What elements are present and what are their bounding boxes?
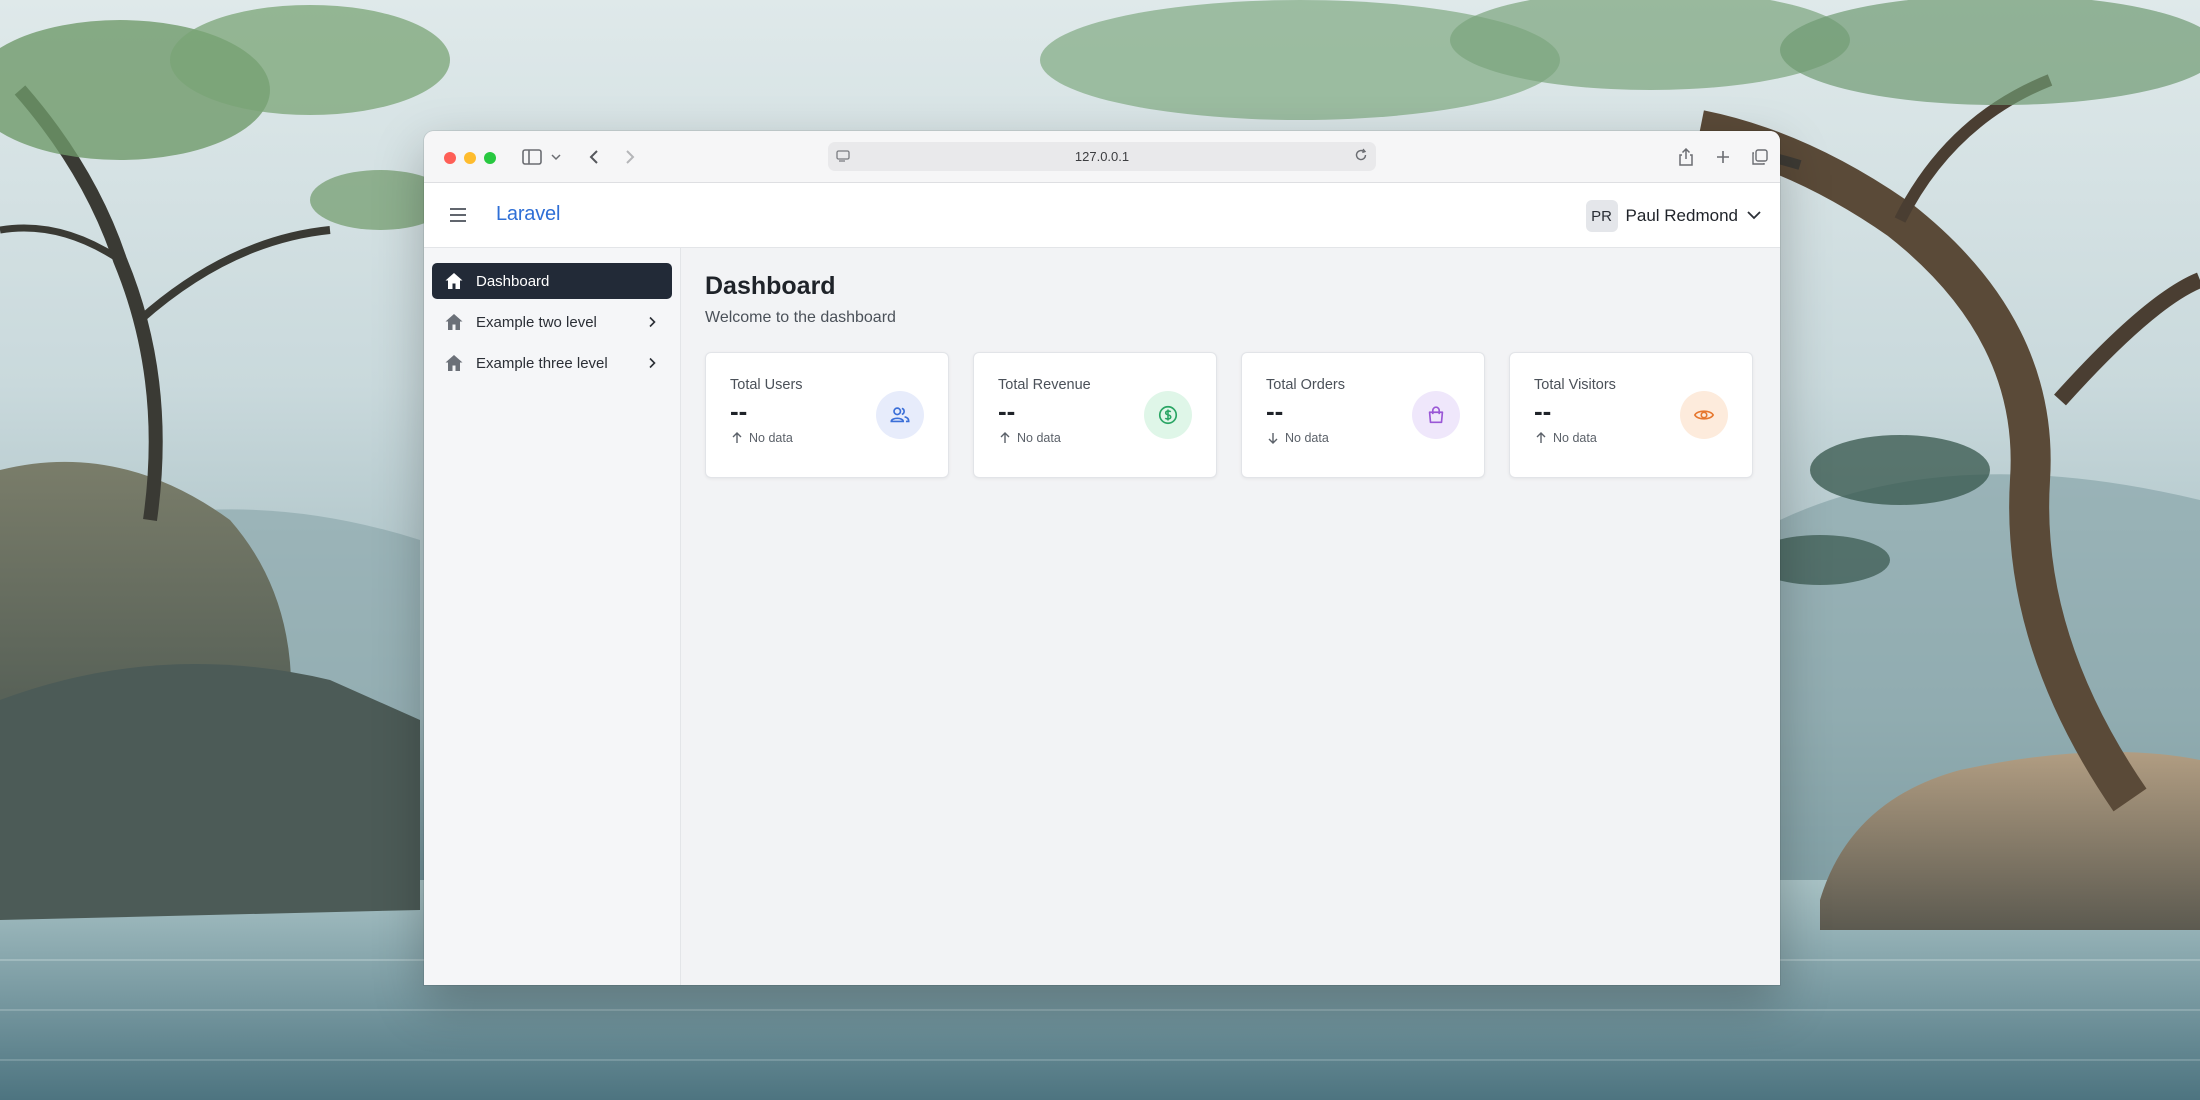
back-icon[interactable]: [582, 145, 606, 169]
forward-icon[interactable]: [618, 145, 642, 169]
arrow-up-icon: [730, 431, 744, 445]
chevron-right-icon: [646, 357, 658, 369]
menu-icon[interactable]: [448, 205, 468, 225]
sidebar: Dashboard Example two level Example thre…: [424, 248, 681, 985]
page-subtitle: Welcome to the dashboard: [705, 309, 1756, 327]
window-controls: [444, 152, 496, 164]
sidebar-toggle-icon[interactable]: [520, 145, 544, 169]
home-icon: [444, 312, 464, 332]
reload-icon[interactable]: [1354, 148, 1368, 165]
tab-overview-icon[interactable]: [1748, 145, 1772, 169]
user-menu[interactable]: PR Paul Redmond: [1586, 199, 1762, 233]
sidebar-item-label: Example three level: [476, 355, 608, 372]
stat-card-total-revenue: Total Revenue -- No data: [973, 352, 1217, 478]
sidebar-item-example-two-level[interactable]: Example two level: [432, 304, 672, 340]
address-bar[interactable]: 127.0.0.1: [828, 142, 1376, 171]
browser-toolbar: 127.0.0.1: [424, 131, 1780, 183]
arrow-down-icon: [1266, 431, 1280, 445]
arrow-up-icon: [998, 431, 1012, 445]
stat-trend-text: No data: [1017, 431, 1061, 445]
shopping-bag-icon: [1412, 391, 1460, 439]
page-title: Dashboard: [705, 272, 1756, 301]
arrow-up-icon: [1534, 431, 1548, 445]
home-icon: [444, 271, 464, 291]
dollar-icon: [1144, 391, 1192, 439]
stat-trend-text: No data: [1553, 431, 1597, 445]
app-header: Laravel PR Paul Redmond: [424, 183, 1780, 248]
chevron-down-icon[interactable]: [544, 145, 568, 169]
minimize-window-button[interactable]: [464, 152, 476, 164]
eye-icon: [1680, 391, 1728, 439]
avatar: PR: [1586, 200, 1618, 232]
brand-logo[interactable]: Laravel: [496, 203, 560, 226]
stat-trend-text: No data: [1285, 431, 1329, 445]
home-icon: [444, 353, 464, 373]
chevron-right-icon: [646, 316, 658, 328]
close-window-button[interactable]: [444, 152, 456, 164]
stats-cards: Total Users -- No data Total Revenue --: [705, 352, 1756, 478]
new-tab-icon[interactable]: [1711, 145, 1735, 169]
users-icon: [876, 391, 924, 439]
browser-window: 127.0.0.1 Laravel PR Paul Redmond: [424, 131, 1780, 985]
main-content: Dashboard Welcome to the dashboard Total…: [681, 248, 1780, 985]
sidebar-item-label: Example two level: [476, 314, 597, 331]
stat-trend-text: No data: [749, 431, 793, 445]
sidebar-item-dashboard[interactable]: Dashboard: [432, 263, 672, 299]
sidebar-item-label: Dashboard: [476, 273, 549, 290]
share-icon[interactable]: [1674, 145, 1698, 169]
site-settings-icon[interactable]: [836, 149, 850, 166]
chevron-down-icon: [1746, 207, 1762, 225]
stat-card-total-visitors: Total Visitors -- No data: [1509, 352, 1753, 478]
stat-card-total-users: Total Users -- No data: [705, 352, 949, 478]
sidebar-item-example-three-level[interactable]: Example three level: [432, 345, 672, 381]
stat-card-total-orders: Total Orders -- No data: [1241, 352, 1485, 478]
user-name: Paul Redmond: [1626, 206, 1738, 226]
maximize-window-button[interactable]: [484, 152, 496, 164]
url-text[interactable]: 127.0.0.1: [1075, 149, 1129, 164]
